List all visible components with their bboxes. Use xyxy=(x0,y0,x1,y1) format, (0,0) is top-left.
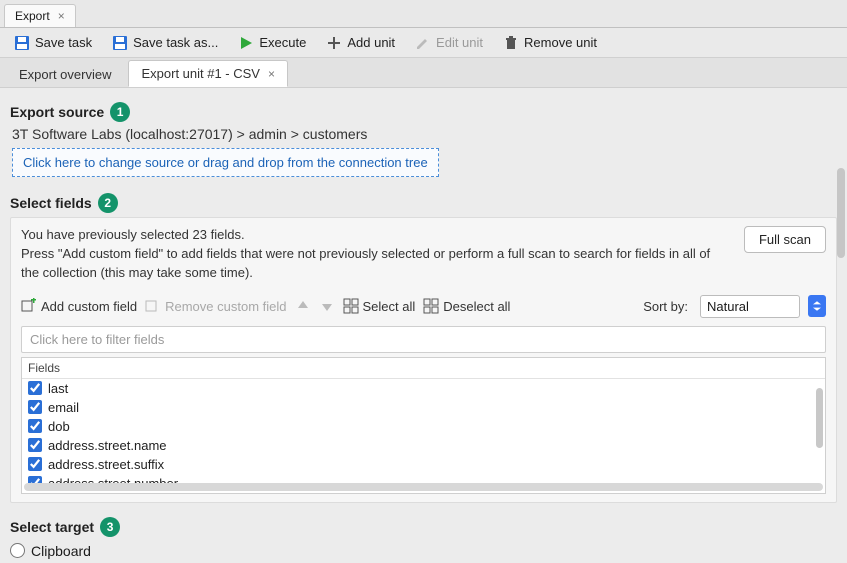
field-name-label: dob xyxy=(48,419,70,434)
sort-by-select[interactable]: Natural xyxy=(700,295,800,318)
execute-label: Execute xyxy=(259,35,306,50)
remove-field-icon xyxy=(145,298,161,314)
field-checkbox[interactable] xyxy=(28,438,42,452)
fields-scrollbar-thumb[interactable] xyxy=(816,388,823,448)
field-name-label: address.street.name xyxy=(48,438,167,453)
fields-panel: You have previously selected 23 fields. … xyxy=(10,217,837,503)
move-up-button xyxy=(295,298,311,314)
fields-column-header: Fields xyxy=(22,358,825,379)
select-all-button[interactable]: Select all xyxy=(343,298,416,314)
add-custom-field-button[interactable]: Add custom field xyxy=(21,298,137,314)
field-row[interactable]: last xyxy=(22,379,825,398)
add-field-icon xyxy=(21,298,37,314)
tab-export-unit-label: Export unit #1 - CSV xyxy=(141,66,260,81)
select-all-icon xyxy=(343,298,359,314)
field-name-label: email xyxy=(48,400,79,415)
save-task-button[interactable]: Save task xyxy=(8,32,98,54)
sort-by-label: Sort by: xyxy=(643,299,688,314)
save-icon xyxy=(14,35,30,51)
scrollbar-thumb[interactable] xyxy=(837,168,845,258)
filter-fields-input[interactable] xyxy=(21,326,826,353)
field-checkbox[interactable] xyxy=(28,400,42,414)
save-task-as-button[interactable]: Save task as... xyxy=(106,32,224,54)
content-scroll[interactable]: Export source 1 3T Software Labs (localh… xyxy=(0,88,847,563)
close-icon[interactable]: × xyxy=(268,67,275,81)
remove-unit-button[interactable]: Remove unit xyxy=(497,32,603,54)
field-name-label: address.street.suffix xyxy=(48,457,164,472)
section-select-target: Select target 3 xyxy=(10,517,837,537)
add-custom-field-label: Add custom field xyxy=(41,299,137,314)
save-as-icon xyxy=(112,35,128,51)
field-row[interactable]: address.street.name xyxy=(22,436,825,455)
full-scan-button[interactable]: Full scan xyxy=(744,226,826,253)
change-source-link[interactable]: Click here to change source or drag and … xyxy=(12,148,439,177)
save-task-as-label: Save task as... xyxy=(133,35,218,50)
section-select-fields-label: Select fields xyxy=(10,195,92,211)
edit-unit-button: Edit unit xyxy=(409,32,489,54)
fields-hint-text: You have previously selected 23 fields. … xyxy=(21,226,730,283)
section-select-fields: Select fields 2 xyxy=(10,193,837,213)
remove-unit-label: Remove unit xyxy=(524,35,597,50)
target-clipboard-radio[interactable] xyxy=(10,543,25,558)
sort-by-dropdown-button[interactable] xyxy=(808,295,826,317)
trash-icon xyxy=(503,35,519,51)
window-tab-export[interactable]: Export × xyxy=(4,4,76,27)
remove-custom-field-label: Remove custom field xyxy=(165,299,286,314)
tab-export-unit[interactable]: Export unit #1 - CSV × xyxy=(128,60,288,87)
save-task-label: Save task xyxy=(35,35,92,50)
content-inner: Export source 1 3T Software Labs (localh… xyxy=(0,88,847,563)
field-row[interactable]: dob xyxy=(22,417,825,436)
fields-grid[interactable]: Fields last email dob address.street.name ad… xyxy=(21,357,826,494)
close-icon[interactable]: × xyxy=(58,9,65,23)
edit-unit-label: Edit unit xyxy=(436,35,483,50)
section-export-source: Export source 1 xyxy=(10,102,837,122)
add-unit-label: Add unit xyxy=(347,35,395,50)
field-checkbox[interactable] xyxy=(28,457,42,471)
field-row[interactable]: email xyxy=(22,398,825,417)
subtab-bar: Export overview Export unit #1 - CSV × xyxy=(0,58,847,88)
field-checkbox[interactable] xyxy=(28,381,42,395)
deselect-all-button[interactable]: Deselect all xyxy=(423,298,510,314)
step-badge-3: 3 xyxy=(100,517,120,537)
add-unit-button[interactable]: Add unit xyxy=(320,32,401,54)
window-tabstrip: Export × xyxy=(0,0,847,28)
target-clipboard-row[interactable]: Clipboard xyxy=(10,541,837,561)
main-toolbar: Save task Save task as... Execute Add un… xyxy=(0,28,847,58)
move-down-button xyxy=(319,298,335,314)
field-name-label: last xyxy=(48,381,68,396)
window-tab-label: Export xyxy=(15,9,50,23)
step-badge-2: 2 xyxy=(98,193,118,213)
source-breadcrumb: 3T Software Labs (localhost:27017) > adm… xyxy=(12,126,837,142)
plus-icon xyxy=(326,35,342,51)
execute-button[interactable]: Execute xyxy=(232,32,312,54)
remove-custom-field-button: Remove custom field xyxy=(145,298,286,314)
play-icon xyxy=(238,35,254,51)
deselect-all-label: Deselect all xyxy=(443,299,510,314)
arrow-up-icon xyxy=(295,298,311,314)
field-row[interactable]: address.street.suffix xyxy=(22,455,825,474)
tab-export-overview[interactable]: Export overview xyxy=(6,61,124,87)
fields-horizontal-scrollbar[interactable] xyxy=(24,483,823,491)
arrow-down-icon xyxy=(319,298,335,314)
select-all-label: Select all xyxy=(363,299,416,314)
field-checkbox[interactable] xyxy=(28,419,42,433)
section-select-target-label: Select target xyxy=(10,519,94,535)
target-clipboard-label: Clipboard xyxy=(31,543,91,559)
pencil-icon xyxy=(415,35,431,51)
step-badge-1: 1 xyxy=(110,102,130,122)
section-export-source-label: Export source xyxy=(10,104,104,120)
deselect-all-icon xyxy=(423,298,439,314)
fields-toolbar: Add custom field Remove custom field xyxy=(21,295,826,318)
